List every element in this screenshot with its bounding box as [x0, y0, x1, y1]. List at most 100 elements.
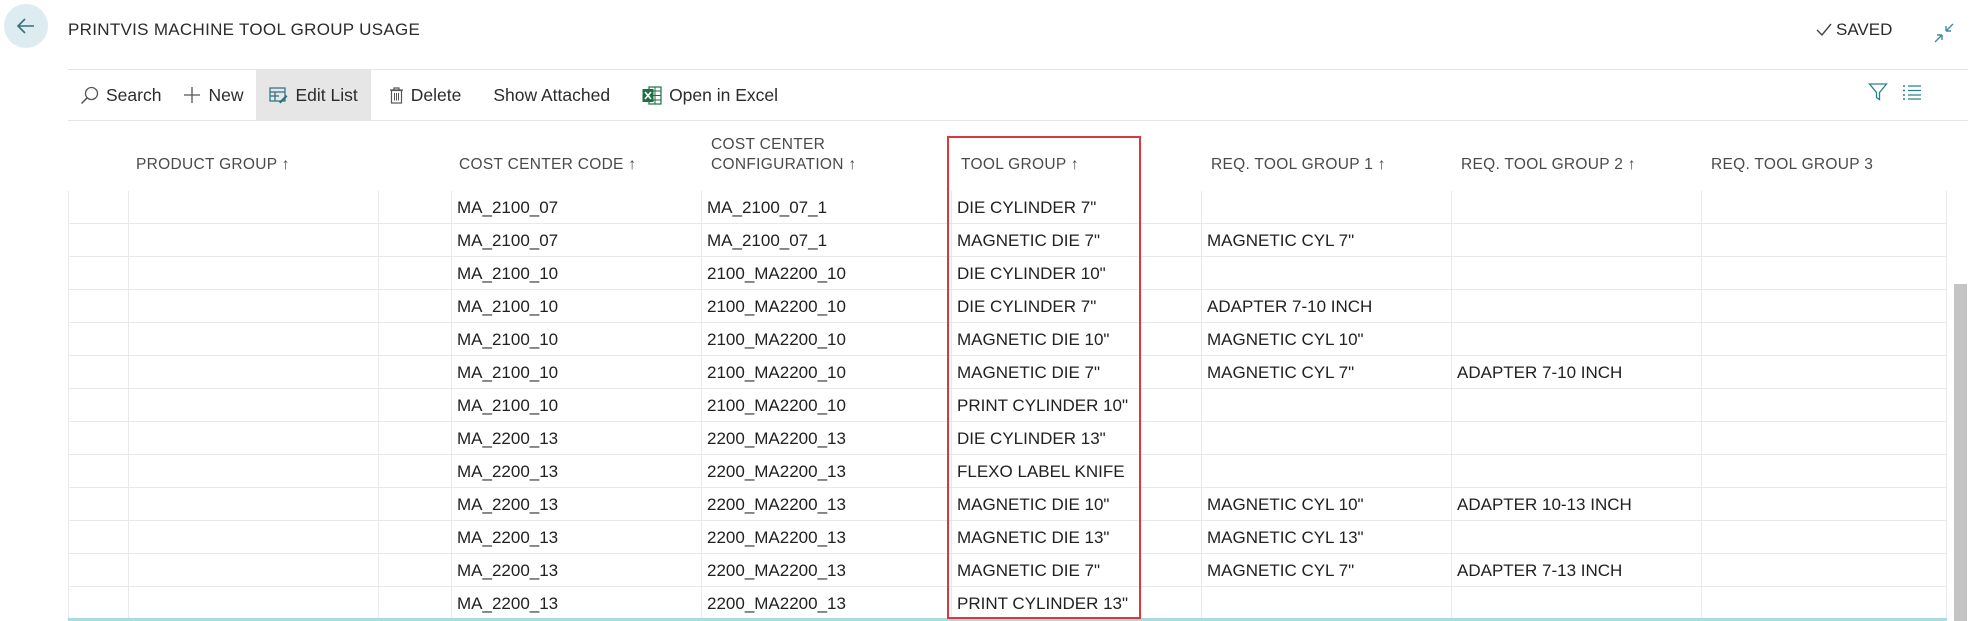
cost-center-code-cell[interactable]: MA_2200_13 — [451, 422, 701, 455]
table-row[interactable]: MA_2200_13 2200_MA2200_13 MAGNETIC DIE 7" M… — [68, 554, 1947, 587]
table-row[interactable]: MA_2100_10 2100_MA2200_10 MAGNETIC DIE 7" M… — [68, 356, 1947, 389]
product-group-cell[interactable] — [128, 290, 378, 323]
cost-center-code-cell[interactable]: MA_2100_10 — [451, 257, 701, 290]
column-header-req-tool-group-2[interactable]: REQ. TOOL GROUP 2 ↑ — [1461, 155, 1636, 175]
req-tool-group-3-cell[interactable] — [1701, 587, 1947, 620]
spacer-cell[interactable] — [378, 521, 451, 554]
spacer-cell[interactable] — [378, 257, 451, 290]
tool-group-cell[interactable]: DIE CYLINDER 13" — [951, 422, 1201, 455]
req-tool-group-1-cell[interactable]: MAGNETIC CYL 7" — [1201, 554, 1451, 587]
product-group-cell[interactable] — [128, 224, 378, 257]
spacer-cell[interactable] — [378, 422, 451, 455]
req-tool-group-3-cell[interactable] — [1701, 554, 1947, 587]
column-header-tool-group[interactable]: TOOL GROUP ↑ — [961, 155, 1079, 175]
show-attached-button[interactable]: Show Attached — [474, 70, 623, 120]
req-tool-group-1-cell[interactable] — [1201, 587, 1451, 620]
req-tool-group-3-cell[interactable] — [1701, 191, 1947, 224]
cost-center-code-cell[interactable]: MA_2200_13 — [451, 554, 701, 587]
spacer-cell[interactable] — [378, 455, 451, 488]
scrollbar-thumb[interactable] — [1954, 284, 1967, 621]
req-tool-group-3-cell[interactable] — [1701, 356, 1947, 389]
tool-group-cell[interactable]: MAGNETIC DIE 10" — [951, 323, 1201, 356]
table-row[interactable]: MA_2100_10 2100_MA2200_10 DIE CYLINDER 7" A… — [68, 290, 1947, 323]
configuration-cell[interactable]: 2200_MA2200_13 — [701, 488, 951, 521]
spacer-cell[interactable] — [378, 191, 451, 224]
back-button[interactable] — [4, 4, 48, 48]
configuration-cell[interactable]: 2200_MA2200_13 — [701, 455, 951, 488]
cost-center-code-cell[interactable]: MA_2100_10 — [451, 290, 701, 323]
column-header-product-group[interactable]: PRODUCT GROUP ↑ — [136, 155, 290, 175]
row-selector-cell[interactable] — [68, 587, 128, 620]
req-tool-group-1-cell[interactable]: ADAPTER 7-10 INCH — [1201, 290, 1451, 323]
tool-group-cell[interactable]: DIE CYLINDER 7" — [951, 290, 1201, 323]
collapse-button[interactable] — [1932, 21, 1956, 45]
row-selector-cell[interactable] — [68, 257, 128, 290]
product-group-cell[interactable] — [128, 257, 378, 290]
column-header-cost-center-code[interactable]: COST CENTER CODE ↑ — [459, 155, 636, 175]
spacer-cell[interactable] — [378, 290, 451, 323]
row-selector-cell[interactable] — [68, 422, 128, 455]
table-row[interactable]: MA_2100_10 2100_MA2200_10 MAGNETIC DIE 10"… — [68, 323, 1947, 356]
req-tool-group-1-cell[interactable] — [1201, 191, 1451, 224]
req-tool-group-2-cell[interactable] — [1451, 389, 1701, 422]
table-row[interactable]: MA_2200_13 2200_MA2200_13 MAGNETIC DIE 10"… — [68, 488, 1947, 521]
spacer-cell[interactable] — [378, 356, 451, 389]
req-tool-group-1-cell[interactable] — [1201, 455, 1451, 488]
req-tool-group-3-cell[interactable] — [1701, 455, 1947, 488]
tool-group-cell[interactable]: PRINT CYLINDER 13" — [951, 587, 1201, 620]
configuration-cell[interactable]: 2100_MA2200_10 — [701, 257, 951, 290]
tool-group-cell[interactable]: PRINT CYLINDER 10" — [951, 389, 1201, 422]
req-tool-group-2-cell[interactable] — [1451, 422, 1701, 455]
req-tool-group-2-cell[interactable]: ADAPTER 7-10 INCH — [1451, 356, 1701, 389]
tool-group-cell[interactable]: MAGNETIC DIE 7" — [951, 224, 1201, 257]
edit-list-button[interactable]: Edit List — [256, 70, 371, 120]
delete-button[interactable]: Delete — [371, 70, 475, 120]
cost-center-code-cell[interactable]: MA_2200_13 — [451, 587, 701, 620]
row-selector-cell[interactable] — [68, 191, 128, 224]
product-group-cell[interactable] — [128, 554, 378, 587]
tool-group-cell[interactable]: MAGNETIC DIE 7" — [951, 356, 1201, 389]
table-row[interactable]: MA_2200_13 2200_MA2200_13 DIE CYLINDER 13" — [68, 422, 1947, 455]
table-row[interactable]: MA_2100_07 MA_2100_07_1 DIE CYLINDER 7" — [68, 191, 1947, 224]
cost-center-code-cell[interactable]: MA_2200_13 — [451, 521, 701, 554]
req-tool-group-1-cell[interactable]: MAGNETIC CYL 13" — [1201, 521, 1451, 554]
product-group-cell[interactable] — [128, 488, 378, 521]
configuration-cell[interactable]: 2100_MA2200_10 — [701, 323, 951, 356]
product-group-cell[interactable] — [128, 191, 378, 224]
filter-icon[interactable] — [1868, 82, 1888, 102]
row-selector-cell[interactable] — [68, 554, 128, 587]
table-row[interactable]: MA_2100_07 MA_2100_07_1 MAGNETIC DIE 7" MAG… — [68, 224, 1947, 257]
req-tool-group-2-cell[interactable] — [1451, 323, 1701, 356]
configuration-cell[interactable]: 2200_MA2200_13 — [701, 554, 951, 587]
req-tool-group-3-cell[interactable] — [1701, 224, 1947, 257]
configuration-cell[interactable]: 2200_MA2200_13 — [701, 422, 951, 455]
cost-center-code-cell[interactable]: MA_2100_10 — [451, 389, 701, 422]
cost-center-code-cell[interactable]: MA_2100_10 — [451, 323, 701, 356]
product-group-cell[interactable] — [128, 323, 378, 356]
req-tool-group-2-cell[interactable] — [1451, 587, 1701, 620]
tool-group-cell[interactable]: MAGNETIC DIE 7" — [951, 554, 1201, 587]
req-tool-group-2-cell[interactable]: ADAPTER 7-13 INCH — [1451, 554, 1701, 587]
req-tool-group-2-cell[interactable] — [1451, 224, 1701, 257]
table-row[interactable]: MA_2200_13 2200_MA2200_13 PRINT CYLINDER 1… — [68, 587, 1947, 620]
tool-group-cell[interactable]: DIE CYLINDER 10" — [951, 257, 1201, 290]
spacer-cell[interactable] — [378, 224, 451, 257]
row-selector-cell[interactable] — [68, 290, 128, 323]
row-selector-cell[interactable] — [68, 521, 128, 554]
configuration-cell[interactable]: MA_2100_07_1 — [701, 224, 951, 257]
req-tool-group-1-cell[interactable]: MAGNETIC CYL 10" — [1201, 323, 1451, 356]
tool-group-cell[interactable]: DIE CYLINDER 7" — [951, 191, 1201, 224]
table-row[interactable]: MA_2200_13 2200_MA2200_13 MAGNETIC DIE 13"… — [68, 521, 1947, 554]
table-row[interactable]: MA_2200_13 2200_MA2200_13 FLEXO LABEL KNIF… — [68, 455, 1947, 488]
configuration-cell[interactable]: 2200_MA2200_13 — [701, 521, 951, 554]
list-view-icon[interactable] — [1902, 82, 1922, 102]
search-button[interactable]: Search — [68, 70, 174, 120]
configuration-cell[interactable]: 2100_MA2200_10 — [701, 389, 951, 422]
row-selector-cell[interactable] — [68, 455, 128, 488]
spacer-cell[interactable] — [378, 323, 451, 356]
req-tool-group-2-cell[interactable] — [1451, 191, 1701, 224]
req-tool-group-2-cell[interactable] — [1451, 521, 1701, 554]
req-tool-group-3-cell[interactable] — [1701, 323, 1947, 356]
req-tool-group-1-cell[interactable]: MAGNETIC CYL 7" — [1201, 356, 1451, 389]
cost-center-code-cell[interactable]: MA_2200_13 — [451, 488, 701, 521]
